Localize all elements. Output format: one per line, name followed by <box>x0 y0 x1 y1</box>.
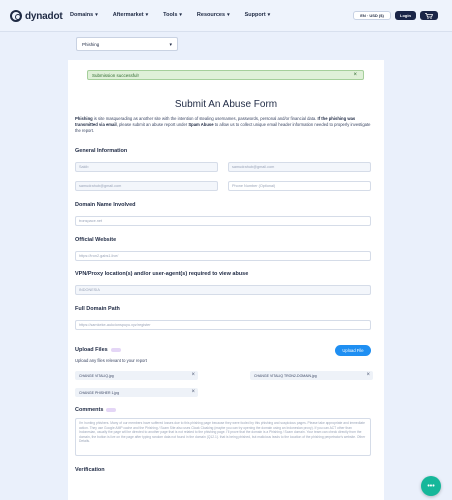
header-actions: EN · USD ($) Login <box>353 11 438 20</box>
intro-bold-spam: Spam Abuse <box>188 122 214 128</box>
login-button[interactable]: Login <box>395 11 416 20</box>
intro-text-2: , please submit an abuse report under <box>116 122 189 128</box>
chevron-down-icon: ▾ <box>169 42 172 48</box>
upload-subtext: Upload any files relevant to your report <box>75 358 147 363</box>
verification-heading: Verification <box>75 467 105 473</box>
nav-aftermarket[interactable]: Aftermarket ▾ <box>113 12 148 18</box>
file-name: CHANGE VITALIQ TRON2-DOMAIN.jpg <box>254 373 317 378</box>
main-nav: Domains ▾ Aftermarket ▾ Tools ▾ Resources ▾ … <box>70 12 270 18</box>
optional-tag <box>110 347 121 352</box>
comments-heading-label: Comments <box>75 407 104 413</box>
email-field[interactable]: samudrahub@gmail.com <box>228 162 371 172</box>
chevron-down-icon: ▾ <box>227 12 230 18</box>
success-alert: Submission successful! × <box>87 70 364 80</box>
chevron-down-icon: ▾ <box>95 12 98 18</box>
file-name: CHANGE VITALIQ.jpg <box>79 373 114 378</box>
abuse-type-selected: Phishing <box>82 41 100 47</box>
domain-field[interactable]: tronspace.net <box>75 216 371 226</box>
remove-file-icon[interactable]: × <box>191 389 195 395</box>
page-title: Submit An Abuse Form <box>174 99 278 110</box>
cart-button[interactable] <box>420 11 438 20</box>
nav-resources-label: Resources <box>196 12 226 18</box>
domain-heading: Domain Name Involved <box>75 202 136 208</box>
nav-resources[interactable]: Resources ▾ <box>197 12 230 18</box>
logo-mark-icon <box>10 10 22 22</box>
chevron-down-icon: ▾ <box>145 12 149 18</box>
path-field[interactable]: https://samkeke-aukcionspuyu.xyz/registe… <box>75 320 371 330</box>
file-chip: CHANGE VITALIQ TRON2-DOMAIN.jpg × <box>250 371 373 380</box>
nav-support[interactable]: Support ▾ <box>245 12 271 18</box>
comments-heading: Comments <box>75 407 117 413</box>
chat-bubble-icon[interactable]: ••• <box>421 476 441 496</box>
name-field[interactable]: Sakib <box>75 162 218 172</box>
logo-text: dynadot <box>25 10 63 22</box>
file-chip: CHANGE PHISHER 1.jpg × <box>75 388 198 397</box>
intro-text-1: is site masquerading as another site wit… <box>92 116 318 121</box>
intro-bold-phishing: Phishing <box>75 116 93 121</box>
nav-domains[interactable]: Domains ▾ <box>70 12 98 18</box>
website-field[interactable]: https://tron2.gabs1.live/ <box>75 251 371 261</box>
optional-tag <box>106 407 117 412</box>
nav-support-label: Support <box>244 12 266 18</box>
upload-heading: Upload Files <box>75 347 121 353</box>
nav-tools[interactable]: Tools ▾ <box>163 12 182 18</box>
chevron-down-icon: ▾ <box>267 12 271 18</box>
upload-heading-label: Upload Files <box>75 347 108 353</box>
abuse-type-select[interactable]: Phishing ▾ <box>76 37 178 51</box>
remove-file-icon[interactable]: × <box>191 372 195 378</box>
vpn-heading: VPN/Proxy location(s) and/or user-agent(… <box>75 271 249 277</box>
site-header: dynadot Domains ▾ Aftermarket ▾ Tools ▾ Res… <box>0 0 452 32</box>
confirm-email-field[interactable]: samudrahub@gmail.com <box>75 181 218 191</box>
comments-textarea[interactable]: I'm hunting phishers. Many of our member… <box>75 418 371 456</box>
nav-aftermarket-label: Aftermarket <box>112 12 144 18</box>
phone-field[interactable]: Phone Number (Optional) <box>228 181 371 191</box>
file-name: CHANGE PHISHER 1.jpg <box>79 390 120 395</box>
chevron-down-icon: ▾ <box>179 12 182 18</box>
file-chip: CHANGE VITALIQ.jpg × <box>75 371 198 380</box>
vpn-field[interactable]: INDONESIA <box>75 285 371 295</box>
upload-file-button[interactable]: Upload File <box>335 345 371 356</box>
nav-tools-label: Tools <box>163 12 178 18</box>
website-heading: Official Website <box>75 237 117 243</box>
general-info-heading: General Information <box>75 148 128 154</box>
cart-icon <box>425 12 433 19</box>
path-heading: Full Domain Path <box>75 306 120 312</box>
language-currency-button[interactable]: EN · USD ($) <box>353 11 391 20</box>
success-alert-text: Submission successful! <box>92 72 139 78</box>
remove-file-icon[interactable]: × <box>366 372 370 378</box>
form-intro: Phishing is site masquerading as another… <box>75 116 377 135</box>
nav-domains-label: Domains <box>70 12 94 18</box>
abuse-form-card: Submission successful! × Submit An Abuse… <box>68 60 384 500</box>
close-icon[interactable]: × <box>353 72 357 78</box>
logo[interactable]: dynadot <box>10 10 63 22</box>
